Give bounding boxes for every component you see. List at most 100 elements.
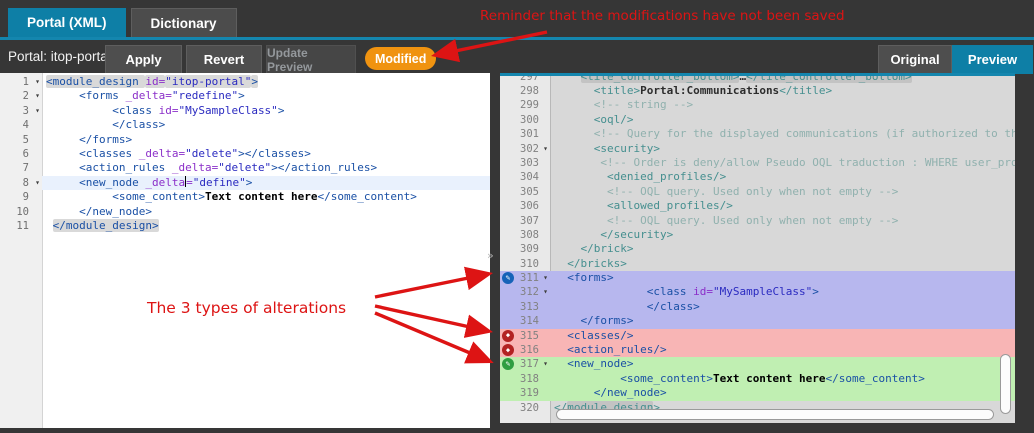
code-text[interactable]: <!-- Order is deny/allow Pseudo OQL trad… [550, 156, 1015, 170]
code-text[interactable]: </module_design> [42, 219, 490, 233]
vertical-scrollbar[interactable] [1000, 354, 1011, 414]
code-text[interactable]: </bricks> [550, 257, 1015, 271]
code-line-11[interactable]: 11 </module_design> [0, 219, 490, 233]
code-line-306[interactable]: 306 <allowed_profiles/> [500, 199, 1015, 213]
code-line-297[interactable]: 297 <tile_controller_bottom>…</tile_cont… [500, 76, 1015, 84]
code-text[interactable]: </class> [550, 300, 1015, 314]
code-text[interactable]: <oql/> [550, 113, 1015, 127]
code-text[interactable]: </brick> [550, 242, 1015, 256]
code-text[interactable]: <classes/> [550, 329, 1015, 343]
code-text[interactable]: <new_node> [550, 357, 1015, 371]
code-line-299[interactable]: 299 <!-- string --> [500, 98, 1015, 112]
code-text[interactable]: </forms> [550, 314, 1015, 328]
code-line-10[interactable]: 10 </new_node> [0, 205, 490, 219]
line-number: 313 [520, 301, 539, 313]
code-text[interactable]: </forms> [42, 133, 490, 147]
code-text[interactable]: <class id="MySampleClass"> [42, 104, 490, 118]
code-text[interactable]: <denied_profiles/> [550, 170, 1015, 184]
code-line-304[interactable]: 304 <denied_profiles/> [500, 170, 1015, 184]
code-line-316[interactable]: ◆316 <action_rules/> [500, 343, 1015, 357]
code-text[interactable]: <!-- OQL query. Used only when not empty… [550, 214, 1015, 228]
code-text[interactable]: <tile_controller_bottom>…</tile_controll… [550, 76, 1015, 84]
fold-arrow-icon[interactable]: ▾ [35, 176, 40, 190]
code-text[interactable]: <some_content>Text content here</some_co… [550, 372, 1015, 386]
gutter-cell: 297 [500, 76, 550, 84]
gutter-cell: 299 [500, 98, 550, 112]
code-line-303[interactable]: 303 <!-- Order is deny/allow Pseudo OQL … [500, 156, 1015, 170]
code-line-311[interactable]: ✎311▾ <forms> [500, 271, 1015, 285]
code-text[interactable]: <allowed_profiles/> [550, 199, 1015, 213]
xml-source-editor[interactable]: 1▾<module_design id="itop-portal">2 ▾ <fo… [0, 73, 490, 428]
line-number: 309 [520, 243, 539, 255]
code-line-4[interactable]: 4 </class> [0, 118, 490, 132]
code-text[interactable]: </security> [550, 228, 1015, 242]
gutter-cell: ✎311▾ [500, 271, 550, 285]
code-text[interactable]: <title>Portal:Communications</title> [550, 84, 1015, 98]
code-text[interactable]: <some_content>Text content here</some_co… [42, 190, 490, 204]
code-text[interactable]: <forms _delta="redefine"> [42, 89, 490, 103]
fold-arrow-icon[interactable]: ▾ [35, 75, 40, 89]
code-text[interactable]: <module_design id="itop-portal"> [42, 75, 490, 89]
splitter-collapse-icon[interactable]: » [487, 249, 494, 262]
code-line-307[interactable]: 307 <!-- OQL query. Used only when not e… [500, 214, 1015, 228]
code-line-315[interactable]: ◆315 <classes/> [500, 329, 1015, 343]
code-text[interactable]: <new_node _delta="define"> [42, 176, 490, 190]
code-line-298[interactable]: 298 <title>Portal:Communications</title> [500, 84, 1015, 98]
update-preview-button[interactable]: Update Preview [266, 45, 356, 74]
code-text[interactable]: <!-- Query for the displayed communicati… [550, 127, 1015, 141]
fold-arrow-icon[interactable]: ▾ [35, 89, 40, 103]
apply-button[interactable]: Apply [105, 45, 182, 74]
line-number: 10 [16, 206, 29, 218]
code-text[interactable]: <security> [550, 142, 1015, 156]
code-line-309[interactable]: 309 </brick> [500, 242, 1015, 256]
code-text[interactable]: </new_node> [42, 205, 490, 219]
code-line-314[interactable]: 314 </forms> [500, 314, 1015, 328]
line-number: 305 [520, 186, 539, 198]
gutter-cell: 313 [500, 300, 550, 314]
code-text[interactable]: <classes _delta="delete"></classes> [42, 147, 490, 161]
code-line-317[interactable]: ✎317▾ <new_node> [500, 357, 1015, 371]
code-text[interactable]: <action_rules _delta="delete"></action_r… [42, 161, 490, 175]
fold-arrow-icon[interactable]: ▾ [35, 104, 40, 118]
horizontal-scrollbar[interactable] [556, 409, 994, 420]
fold-arrow-icon[interactable]: ▾ [543, 285, 548, 299]
fold-arrow-icon[interactable]: ▾ [543, 142, 548, 156]
tab-dictionary[interactable]: Dictionary [131, 8, 237, 39]
line-number: 2 [23, 90, 29, 102]
code-line-312[interactable]: 312▾ <class id="MySampleClass"> [500, 285, 1015, 299]
tab-portal-xml[interactable]: Portal (XML) [8, 8, 126, 37]
code-text[interactable]: <forms> [550, 271, 1015, 285]
code-line-8[interactable]: 8▾ <new_node _delta="define"> [0, 176, 490, 190]
code-line-313[interactable]: 313 </class> [500, 300, 1015, 314]
code-text[interactable]: <class id="MySampleClass"> [550, 285, 1015, 299]
code-line-308[interactable]: 308 </security> [500, 228, 1015, 242]
code-line-6[interactable]: 6 <classes _delta="delete"></classes> [0, 147, 490, 161]
code-line-305[interactable]: 305 <!-- OQL query. Used only when not e… [500, 185, 1015, 199]
code-text[interactable]: </new_node> [550, 386, 1015, 400]
line-number: 299 [520, 99, 539, 111]
code-text[interactable]: <!-- OQL query. Used only when not empty… [550, 185, 1015, 199]
code-line-9[interactable]: 9 <some_content>Text content here</some_… [0, 190, 490, 204]
code-line-318[interactable]: 318 <some_content>Text content here</som… [500, 372, 1015, 386]
toolbar: Portal: itop-portal Apply Revert Update … [0, 40, 1034, 74]
fold-arrow-icon[interactable]: ▾ [543, 271, 548, 285]
preview-view-button[interactable]: Preview [952, 45, 1033, 74]
fold-arrow-icon[interactable]: ▾ [543, 357, 548, 371]
code-line-7[interactable]: 7 <action_rules _delta="delete"></action… [0, 161, 490, 175]
code-text[interactable]: </class> [42, 118, 490, 132]
code-line-5[interactable]: 5 </forms> [0, 133, 490, 147]
code-text[interactable]: <!-- string --> [550, 98, 1015, 112]
preview-diff-editor[interactable]: 297 <tile_controller_bottom>…</tile_cont… [500, 73, 1015, 423]
code-line-3[interactable]: 3▾ <class id="MySampleClass"> [0, 104, 490, 118]
gutter-cell: ◆315 [500, 329, 550, 343]
original-view-button[interactable]: Original [878, 45, 952, 74]
code-line-319[interactable]: 319 </new_node> [500, 386, 1015, 400]
code-line-302[interactable]: 302▾ <security> [500, 142, 1015, 156]
code-line-1[interactable]: 1▾<module_design id="itop-portal"> [0, 75, 490, 89]
code-line-301[interactable]: 301 <!-- Query for the displayed communi… [500, 127, 1015, 141]
code-line-2[interactable]: 2 ▾ <forms _delta="redefine"> [0, 89, 490, 103]
revert-button[interactable]: Revert [186, 45, 262, 74]
code-line-310[interactable]: 310 </bricks> [500, 257, 1015, 271]
code-line-300[interactable]: 300 <oql/> [500, 113, 1015, 127]
code-text[interactable]: <action_rules/> [550, 343, 1015, 357]
